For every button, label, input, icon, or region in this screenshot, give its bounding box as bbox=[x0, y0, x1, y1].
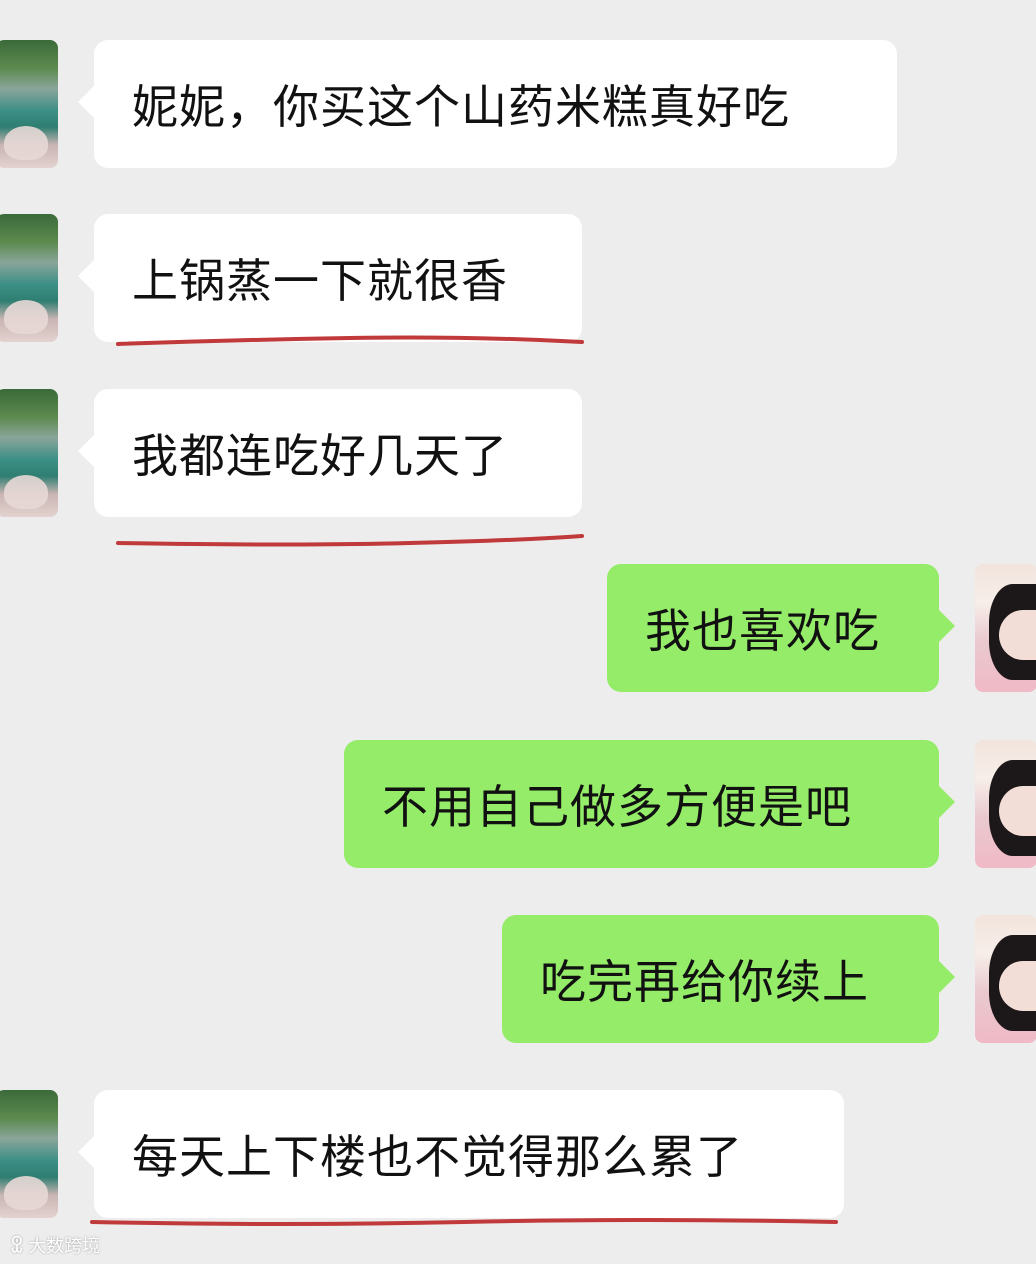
watermark-logo-icon: ꀾ bbox=[10, 1235, 25, 1257]
message-text: 每天上下楼也不觉得那么累了 bbox=[132, 1130, 743, 1184]
message-bubble-outgoing[interactable]: 我也喜欢吃 bbox=[607, 564, 955, 692]
message-text: 吃完再给你续上 bbox=[540, 955, 869, 1009]
red-underline-annotation bbox=[116, 534, 584, 547]
contact-avatar[interactable] bbox=[0, 214, 58, 342]
watermark: ꀾ 大数跨境 bbox=[10, 1232, 100, 1258]
self-avatar[interactable] bbox=[975, 740, 1036, 868]
contact-avatar[interactable] bbox=[0, 40, 58, 168]
message-bubble-outgoing[interactable]: 吃完再给你续上 bbox=[502, 915, 955, 1043]
message-bubble-outgoing[interactable]: 不用自己做多方便是吧 bbox=[344, 740, 955, 868]
message-bubble-incoming[interactable]: 妮妮，你买这个山药米糕真好吃 bbox=[78, 40, 897, 168]
watermark-text: 大数跨境 bbox=[28, 1236, 101, 1257]
contact-avatar[interactable] bbox=[0, 389, 58, 517]
message-text: 上锅蒸一下就很香 bbox=[132, 254, 508, 308]
message-bubble-incoming[interactable]: 每天上下楼也不觉得那么累了 bbox=[78, 1090, 844, 1218]
red-underline-annotation bbox=[116, 335, 584, 346]
message-text: 我都连吃好几天了 bbox=[132, 429, 508, 483]
red-underline-annotation bbox=[90, 1218, 838, 1226]
self-avatar[interactable] bbox=[975, 564, 1036, 692]
contact-avatar[interactable] bbox=[0, 1090, 58, 1218]
message-text: 我也喜欢吃 bbox=[645, 604, 880, 658]
message-text: 不用自己做多方便是吧 bbox=[382, 780, 852, 834]
self-avatar[interactable] bbox=[975, 915, 1036, 1043]
message-text: 妮妮，你买这个山药米糕真好吃 bbox=[132, 80, 790, 134]
message-bubble-incoming[interactable]: 上锅蒸一下就很香 bbox=[78, 214, 582, 342]
message-bubble-incoming[interactable]: 我都连吃好几天了 bbox=[78, 389, 582, 517]
